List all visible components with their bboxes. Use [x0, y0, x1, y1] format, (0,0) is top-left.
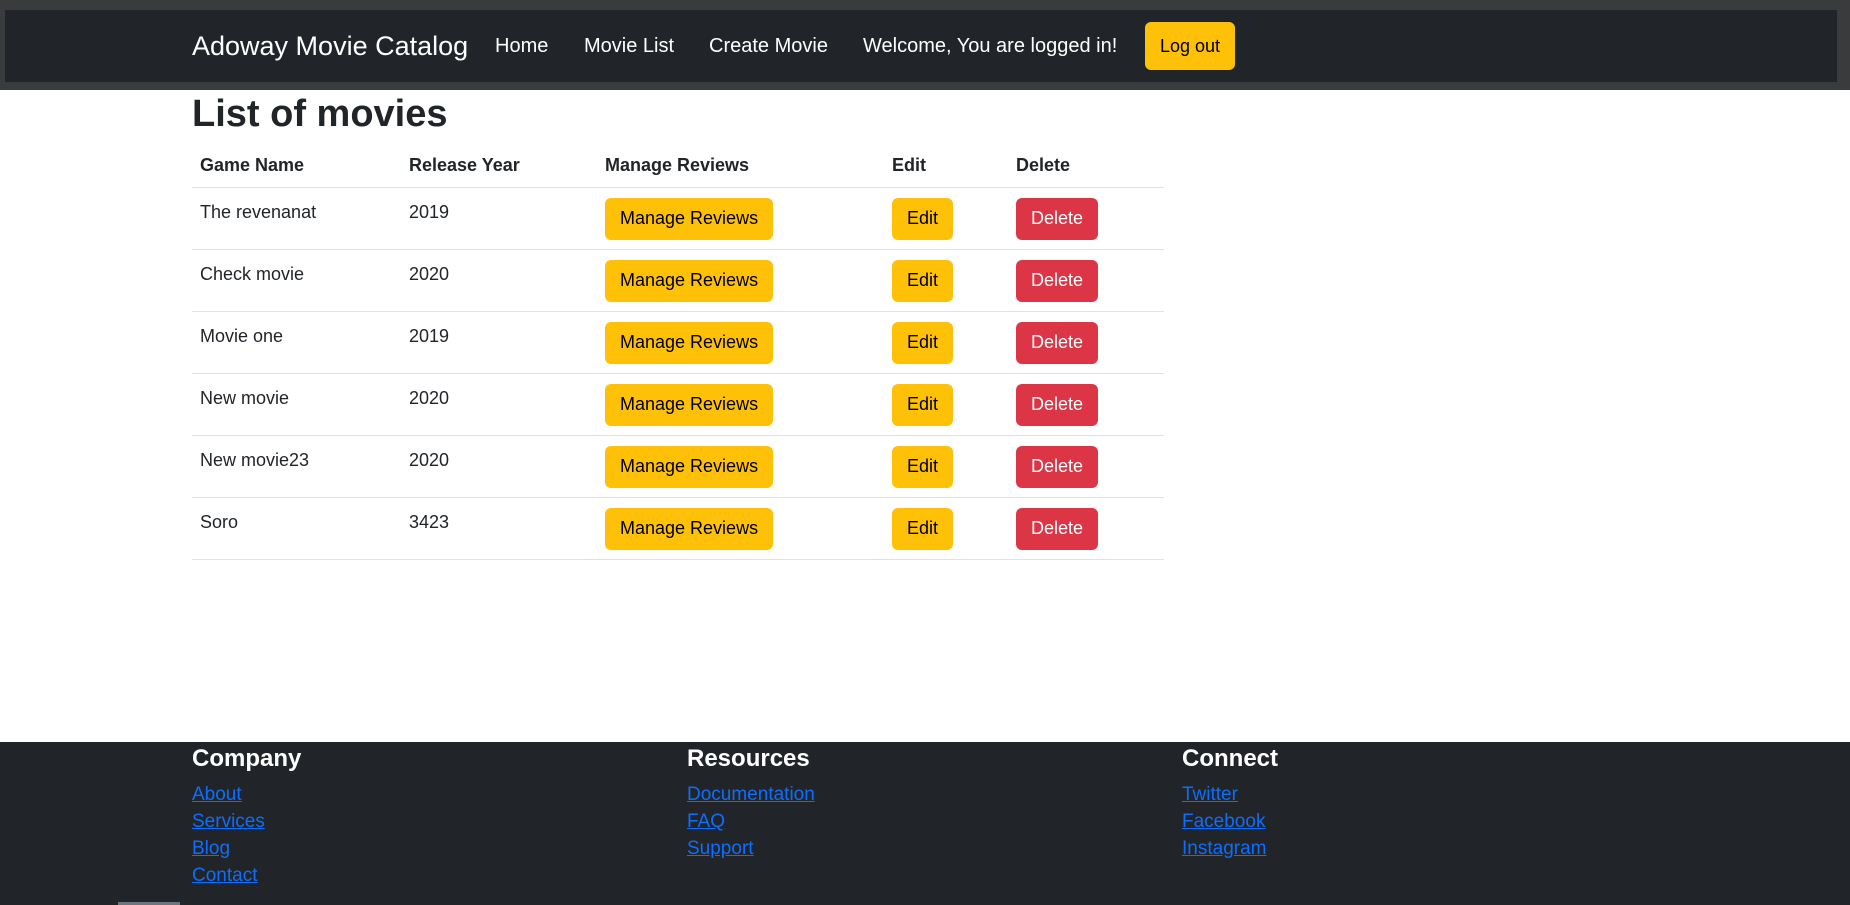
footer-link-services[interactable]: Services	[192, 808, 301, 835]
movie-year: 2020	[401, 435, 597, 498]
movie-year: 3423	[401, 497, 597, 560]
delete-button[interactable]: Delete	[1016, 445, 1099, 488]
movie-year: 2020	[401, 373, 597, 436]
edit-button[interactable]: Edit	[892, 321, 954, 364]
manage-reviews-button[interactable]: Manage Reviews	[605, 321, 774, 364]
manage-reviews-button[interactable]: Manage Reviews	[605, 259, 774, 302]
nav-movie-list[interactable]: Movie List	[584, 10, 674, 82]
edit-button[interactable]: Edit	[892, 383, 954, 426]
movie-year: 2019	[401, 187, 597, 250]
delete-button[interactable]: Delete	[1016, 259, 1099, 302]
navbar: Adoway Movie Catalog Home Movie List Cre…	[5, 10, 1837, 82]
table-row: Check movie 2020 Manage Reviews Edit Del…	[192, 249, 1164, 312]
footer-connect-section: Connect Twitter Facebook Instagram	[1182, 742, 1278, 862]
footer-company-section: Company About Services Blog Contact	[192, 742, 301, 889]
movie-name: Movie one	[192, 311, 401, 374]
footer-link-blog[interactable]: Blog	[192, 835, 301, 862]
table-row: New movie23 2020 Manage Reviews Edit Del…	[192, 435, 1164, 498]
footer-heading-connect: Connect	[1182, 745, 1278, 772]
column-header-release-year: Release Year	[401, 144, 597, 188]
delete-button[interactable]: Delete	[1016, 383, 1099, 426]
movie-year: 2019	[401, 311, 597, 374]
footer-link-support[interactable]: Support	[687, 835, 815, 862]
edit-button[interactable]: Edit	[892, 197, 954, 240]
brand-logo[interactable]: Adoway Movie Catalog	[192, 10, 468, 82]
edit-button[interactable]: Edit	[892, 259, 954, 302]
movies-table: Game Name Release Year Manage Reviews Ed…	[192, 144, 1164, 560]
movie-name: Soro	[192, 497, 401, 560]
manage-reviews-button[interactable]: Manage Reviews	[605, 507, 774, 550]
edit-button[interactable]: Edit	[892, 507, 954, 550]
table-row: Soro 3423 Manage Reviews Edit Delete	[192, 497, 1164, 560]
table-row: Movie one 2019 Manage Reviews Edit Delet…	[192, 311, 1164, 374]
page-title: List of movies	[192, 93, 448, 135]
delete-button[interactable]: Delete	[1016, 197, 1099, 240]
footer-resources-section: Resources Documentation FAQ Support	[687, 742, 815, 862]
column-header-edit: Edit	[884, 144, 1008, 188]
movie-name: New movie23	[192, 435, 401, 498]
column-header-game-name: Game Name	[192, 144, 401, 188]
welcome-text: Welcome, You are logged in!	[863, 35, 1118, 57]
movie-year: 2020	[401, 249, 597, 312]
logout-button[interactable]: Log out	[1145, 22, 1235, 70]
footer-link-contact[interactable]: Contact	[192, 862, 301, 889]
table-row: The revenanat 2019 Manage Reviews Edit D…	[192, 187, 1164, 250]
column-header-delete: Delete	[1008, 144, 1164, 188]
footer-link-faq[interactable]: FAQ	[687, 808, 815, 835]
footer: Company About Services Blog Contact Reso…	[0, 742, 1850, 905]
topbar-frame: Adoway Movie Catalog Home Movie List Cre…	[0, 0, 1850, 90]
footer-link-about[interactable]: About	[192, 781, 301, 808]
column-header-manage-reviews: Manage Reviews	[597, 144, 884, 188]
delete-button[interactable]: Delete	[1016, 507, 1099, 550]
footer-link-documentation[interactable]: Documentation	[687, 781, 815, 808]
nav-create-movie[interactable]: Create Movie	[709, 10, 828, 82]
table-row: New movie 2020 Manage Reviews Edit Delet…	[192, 373, 1164, 436]
manage-reviews-button[interactable]: Manage Reviews	[605, 197, 774, 240]
footer-link-facebook[interactable]: Facebook	[1182, 808, 1278, 835]
footer-link-instagram[interactable]: Instagram	[1182, 835, 1278, 862]
manage-reviews-button[interactable]: Manage Reviews	[605, 383, 774, 426]
movie-name: Check movie	[192, 249, 401, 312]
nav-home[interactable]: Home	[495, 10, 548, 82]
movie-name: The revenanat	[192, 187, 401, 250]
footer-heading-company: Company	[192, 745, 302, 772]
manage-reviews-button[interactable]: Manage Reviews	[605, 445, 774, 488]
delete-button[interactable]: Delete	[1016, 321, 1099, 364]
table-header-row: Game Name Release Year Manage Reviews Ed…	[192, 144, 1164, 188]
footer-link-twitter[interactable]: Twitter	[1182, 781, 1278, 808]
edit-button[interactable]: Edit	[892, 445, 954, 488]
footer-heading-resources: Resources	[687, 745, 810, 772]
movie-name: New movie	[192, 373, 401, 436]
